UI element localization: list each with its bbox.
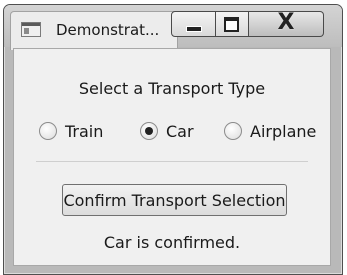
radio-label-car: Car — [166, 121, 194, 141]
application-window: Demonstrat... X Select a Transport Type … — [3, 4, 343, 275]
separator — [36, 161, 308, 162]
minimize-icon — [186, 26, 202, 32]
maximize-icon — [224, 17, 239, 32]
radio-car[interactable]: Car — [140, 119, 194, 143]
radio-label-train: Train — [65, 121, 104, 141]
transport-radio-group: Train Car Airplane — [14, 119, 330, 143]
window-content: Select a Transport Type Train Car Airpla… — [13, 48, 331, 266]
transport-heading: Select a Transport Type — [78, 79, 266, 98]
maximize-button[interactable] — [216, 11, 249, 37]
status-message: Car is confirmed. — [103, 233, 241, 252]
window-icon[interactable] — [21, 22, 41, 37]
radio-button-airplane[interactable] — [224, 122, 242, 140]
radio-train[interactable]: Train — [39, 119, 103, 143]
radio-button-train[interactable] — [39, 122, 57, 140]
confirm-transport-button[interactable]: Confirm Transport Selection — [62, 184, 287, 216]
close-button[interactable]: X — [249, 11, 324, 37]
close-icon: X — [277, 10, 295, 35]
window-title: Demonstrat... — [56, 21, 160, 39]
radio-label-airplane: Airplane — [250, 121, 317, 141]
radio-airplane[interactable]: Airplane — [224, 119, 316, 143]
minimize-button[interactable] — [171, 11, 216, 37]
title-bar[interactable]: Demonstrat... X — [4, 5, 342, 50]
caption-buttons: X — [171, 11, 324, 37]
radio-button-car[interactable] — [140, 122, 158, 140]
